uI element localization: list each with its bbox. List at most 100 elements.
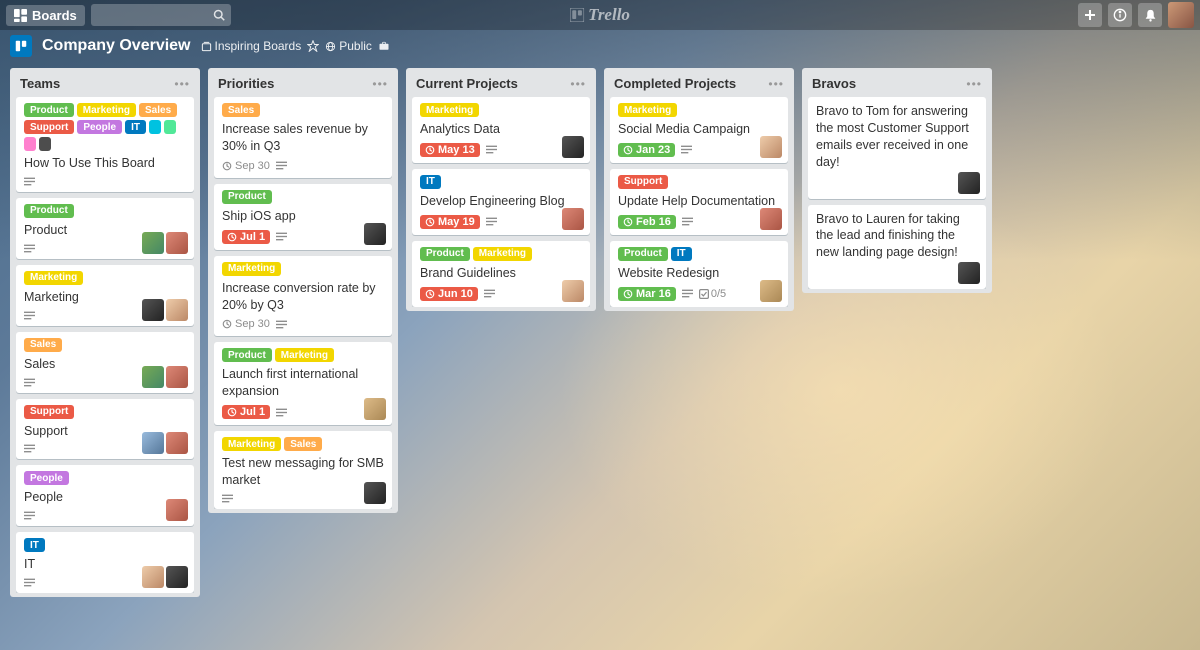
member-avatar[interactable]	[166, 299, 188, 321]
label-Marketing: Marketing	[473, 247, 532, 261]
card[interactable]: ITDevelop Engineering Blog May 19	[412, 169, 590, 235]
card[interactable]: ProductMarketingBrand Guidelines Jun 10	[412, 241, 590, 307]
inspiring-boards-link[interactable]: Inspiring Boards	[201, 39, 302, 53]
list-menu-button[interactable]: •••	[570, 77, 586, 91]
due-badge: Jan 23	[618, 143, 675, 157]
card[interactable]: ProductITWebsite Redesign Mar 16 0/5	[610, 241, 788, 307]
due-badge: Jul 1	[222, 405, 270, 419]
card[interactable]: ProductMarketingSalesSupportPeopleITHow …	[16, 97, 194, 192]
clock-icon	[227, 407, 237, 417]
list-title[interactable]: Bravos	[812, 76, 856, 91]
member-avatar[interactable]	[958, 262, 980, 284]
member-avatar[interactable]	[760, 208, 782, 230]
clock-icon	[222, 319, 232, 329]
add-button[interactable]	[1078, 3, 1102, 27]
search-icon	[213, 9, 225, 21]
info-button[interactable]	[1108, 3, 1132, 27]
description-icon	[24, 511, 35, 520]
list: Teams ••• ProductMarketingSalesSupportPe…	[10, 68, 200, 597]
board-canvas[interactable]: Teams ••• ProductMarketingSalesSupportPe…	[0, 62, 1200, 650]
member-avatar[interactable]	[364, 398, 386, 420]
card-title: Update Help Documentation	[618, 193, 780, 210]
label-Product: Product	[24, 103, 74, 117]
description-badge	[24, 511, 35, 520]
label-Product: Product	[24, 204, 74, 218]
briefcase-button[interactable]	[378, 40, 390, 52]
notifications-button[interactable]	[1138, 3, 1162, 27]
card-title: Test new messaging for SMB market	[222, 455, 384, 489]
list-title[interactable]: Current Projects	[416, 76, 518, 91]
card[interactable]: Bravo to Tom for answering the most Cust…	[808, 97, 986, 199]
label-pink	[24, 137, 36, 151]
card-title: Increase sales revenue by 30% in Q3	[222, 121, 384, 155]
card[interactable]: ITIT	[16, 532, 194, 593]
due-badge: May 19	[420, 215, 480, 229]
search-input[interactable]	[91, 4, 231, 26]
card[interactable]: MarketingAnalytics Data May 13	[412, 97, 590, 163]
card[interactable]: SupportUpdate Help Documentation Feb 16	[610, 169, 788, 235]
clock-icon	[222, 161, 232, 171]
list-title[interactable]: Priorities	[218, 76, 274, 91]
card-title: Ship iOS app	[222, 208, 384, 225]
description-icon	[486, 217, 497, 226]
star-button[interactable]	[307, 40, 319, 52]
card[interactable]: Bravo to Lauren for taking the lead and …	[808, 205, 986, 290]
list-menu-button[interactable]: •••	[372, 77, 388, 91]
card[interactable]: MarketingSocial Media Campaign Jan 23	[610, 97, 788, 163]
trello-logo[interactable]: Trello	[570, 5, 630, 25]
card[interactable]: MarketingMarketing	[16, 265, 194, 326]
card-title: Brand Guidelines	[420, 265, 582, 282]
clock-icon	[623, 217, 633, 227]
member-avatar[interactable]	[562, 136, 584, 158]
member-avatar[interactable]	[166, 232, 188, 254]
member-avatar[interactable]	[760, 136, 782, 158]
boards-button[interactable]: Boards	[6, 5, 85, 26]
list-menu-button[interactable]: •••	[174, 77, 190, 91]
label-IT: IT	[24, 538, 45, 552]
member-avatar[interactable]	[166, 366, 188, 388]
member-avatar[interactable]	[760, 280, 782, 302]
card[interactable]: ProductShip iOS app Jul 1	[214, 184, 392, 250]
card-title: People	[24, 489, 186, 506]
label-lime	[164, 120, 176, 134]
due-badge: Mar 16	[618, 287, 676, 301]
list: Current Projects ••• MarketingAnalytics …	[406, 68, 596, 311]
list: Completed Projects ••• MarketingSocial M…	[604, 68, 794, 311]
card[interactable]: MarketingIncrease conversion rate by 20%…	[214, 256, 392, 337]
description-badge	[682, 289, 693, 298]
member-avatar[interactable]	[562, 208, 584, 230]
member-avatar[interactable]	[166, 499, 188, 521]
list-menu-button[interactable]: •••	[966, 77, 982, 91]
description-icon	[222, 494, 233, 503]
member-avatar[interactable]	[142, 299, 164, 321]
list-menu-button[interactable]: •••	[768, 77, 784, 91]
member-avatar[interactable]	[142, 366, 164, 388]
member-avatar[interactable]	[562, 280, 584, 302]
card[interactable]: MarketingSalesTest new messaging for SMB…	[214, 431, 392, 509]
clock-icon	[623, 145, 633, 155]
member-avatar[interactable]	[364, 223, 386, 245]
member-avatar[interactable]	[166, 432, 188, 454]
label-Product: Product	[222, 348, 272, 362]
card[interactable]: SupportSupport	[16, 399, 194, 460]
member-avatar[interactable]	[142, 566, 164, 588]
card[interactable]: SalesIncrease sales revenue by 30% in Q3…	[214, 97, 392, 178]
user-avatar[interactable]	[1168, 2, 1194, 28]
member-avatar[interactable]	[142, 232, 164, 254]
card[interactable]: ProductProduct	[16, 198, 194, 259]
description-badge	[486, 145, 497, 154]
label-Marketing: Marketing	[24, 271, 83, 285]
description-badge	[276, 320, 287, 329]
member-avatar[interactable]	[166, 566, 188, 588]
card[interactable]: SalesSales	[16, 332, 194, 393]
member-avatar[interactable]	[142, 432, 164, 454]
visibility-button[interactable]: Public	[325, 39, 372, 53]
card[interactable]: ProductMarketingLaunch first internation…	[214, 342, 392, 425]
member-avatar[interactable]	[958, 172, 980, 194]
description-icon	[24, 444, 35, 453]
card[interactable]: PeoplePeople	[16, 465, 194, 526]
member-avatar[interactable]	[364, 482, 386, 504]
list-title[interactable]: Teams	[20, 76, 60, 91]
board-title[interactable]: Company Overview	[42, 37, 191, 55]
list-title[interactable]: Completed Projects	[614, 76, 736, 91]
